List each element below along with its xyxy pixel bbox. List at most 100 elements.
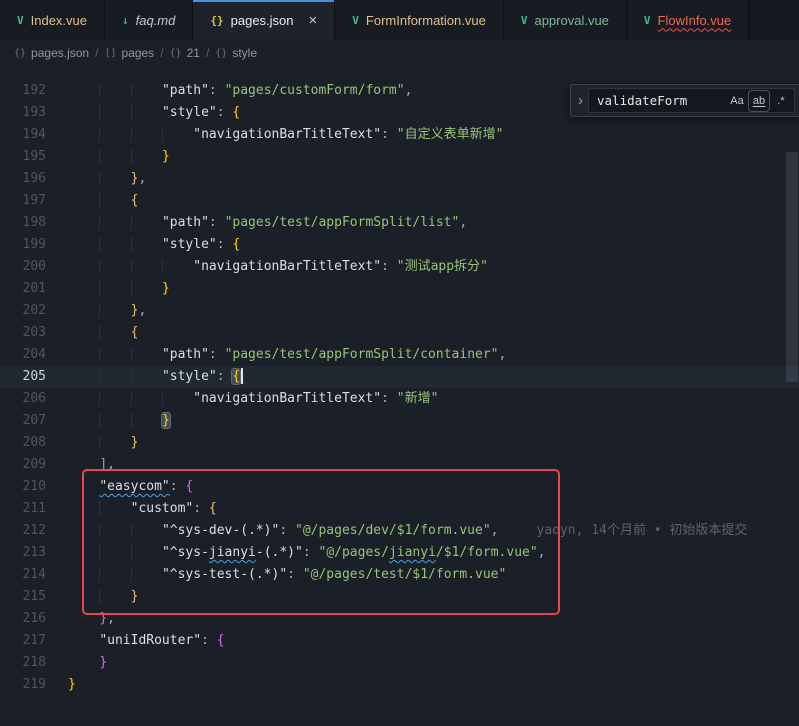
- tab-label: approval.vue: [534, 13, 608, 28]
- indent-guide: [162, 127, 193, 142]
- code-line[interactable]: 196 },: [0, 168, 799, 190]
- code-line[interactable]: 200 "navigationBarTitleText": "测试app拆分": [0, 256, 799, 278]
- token: }: [131, 435, 139, 450]
- symbol-icon: {}: [14, 48, 26, 59]
- breadcrumb-label: pages: [121, 46, 154, 60]
- editor-pane[interactable]: 192 "path": "pages/customForm/form",193 …: [0, 66, 799, 726]
- breadcrumb-item-pages[interactable]: []pages: [104, 46, 154, 60]
- breadcrumb-item-21[interactable]: {}21: [170, 46, 200, 60]
- regex-icon[interactable]: .*: [771, 91, 791, 111]
- line-content: "path": "pages/test/appFormSplit/list",: [68, 212, 799, 234]
- close-icon[interactable]: ×: [309, 13, 318, 28]
- token: }: [162, 149, 170, 164]
- code-line[interactable]: 198 "path": "pages/test/appFormSplit/lis…: [0, 212, 799, 234]
- tab-pages.json[interactable]: {}pages.json×: [193, 0, 335, 40]
- token: ,: [138, 171, 146, 186]
- code-line[interactable]: 219}: [0, 674, 799, 696]
- whole-word-icon[interactable]: ab: [749, 91, 769, 111]
- code-line[interactable]: 212 "^sys-dev-(.*)": "@/pages/dev/$1/for…: [0, 520, 799, 542]
- token: ,: [405, 83, 413, 98]
- indent-guide: [131, 127, 162, 142]
- tab-FlowInfo.vue[interactable]: VFlowInfo.vue: [627, 0, 749, 40]
- token: {: [209, 501, 217, 516]
- token: "style": [162, 369, 217, 384]
- token: jianyi: [389, 545, 436, 560]
- code-line[interactable]: 195 }: [0, 146, 799, 168]
- find-input[interactable]: validateForm Aa ab .*: [588, 88, 795, 113]
- symbol-icon: {}: [170, 48, 182, 59]
- code-line[interactable]: 217 "uniIdRouter": {: [0, 630, 799, 652]
- indent-guide: [68, 479, 99, 494]
- code-line[interactable]: 204 "path": "pages/test/appFormSplit/con…: [0, 344, 799, 366]
- token: "pages/test/appFormSplit/container": [225, 347, 499, 362]
- tab-Index.vue[interactable]: VIndex.vue: [0, 0, 105, 40]
- token: "@/pages/: [319, 545, 389, 560]
- vertical-scrollbar[interactable]: [785, 132, 799, 726]
- token: {: [131, 325, 139, 340]
- token: /$1/form.vue": [436, 545, 538, 560]
- code-line[interactable]: 205 "style": {: [0, 366, 799, 388]
- indent-guide: [68, 171, 99, 186]
- breadcrumb-label: pages.json: [31, 46, 89, 60]
- code-line[interactable]: 208 }: [0, 432, 799, 454]
- line-number: 197: [0, 190, 46, 212]
- tab-bar: VIndex.vue↓faq.md{}pages.json×VFormInfor…: [0, 0, 799, 40]
- indent-guide: [68, 369, 99, 384]
- token: {: [232, 237, 240, 252]
- indent-guide: [68, 193, 99, 208]
- code-line[interactable]: 194 "navigationBarTitleText": "自定义表单新增": [0, 124, 799, 146]
- token: {: [131, 193, 139, 208]
- indent-guide: [131, 523, 162, 538]
- code-line[interactable]: 210 "easycom": {: [0, 476, 799, 498]
- code-line[interactable]: 213 "^sys-jianyi-(.*)": "@/pages/jianyi/…: [0, 542, 799, 564]
- token: ,: [107, 611, 115, 626]
- code-line[interactable]: 203 {: [0, 322, 799, 344]
- token: }: [131, 589, 139, 604]
- code-line[interactable]: 202 },: [0, 300, 799, 322]
- chevron-right-icon[interactable]: ›: [573, 92, 588, 109]
- token: }: [99, 611, 107, 626]
- token: "path": [162, 347, 209, 362]
- code-line[interactable]: 211 "custom": {: [0, 498, 799, 520]
- line-number: 219: [0, 674, 46, 696]
- indent-guide: [99, 589, 130, 604]
- indent-guide: [99, 149, 130, 164]
- code-line[interactable]: 216 },: [0, 608, 799, 630]
- tab-faq.md[interactable]: ↓faq.md: [105, 0, 193, 40]
- code-line[interactable]: 207 }: [0, 410, 799, 432]
- indent-guide: [131, 545, 162, 560]
- token: "navigationBarTitleText": [193, 391, 381, 406]
- line-content: }: [68, 278, 799, 300]
- code-line[interactable]: 215 }: [0, 586, 799, 608]
- token: "pages/customForm/form": [225, 83, 405, 98]
- line-number: 192: [0, 80, 46, 102]
- git-blame-annotation: yaoyn, 14个月前 • 初始版本提交: [537, 523, 748, 538]
- code-line[interactable]: 199 "style": {: [0, 234, 799, 256]
- tab-FormInformation.vue[interactable]: VFormInformation.vue: [335, 0, 504, 40]
- indent-guide: [68, 105, 99, 120]
- indent-guide: [131, 281, 162, 296]
- indent-guide: [99, 105, 130, 120]
- code-line[interactable]: 197 {: [0, 190, 799, 212]
- breadcrumb-item-style[interactable]: {}style: [215, 46, 257, 60]
- code-line[interactable]: 218 }: [0, 652, 799, 674]
- line-number: 201: [0, 278, 46, 300]
- tab-label: Index.vue: [31, 13, 87, 28]
- token: "自定义表单新增": [397, 127, 504, 142]
- line-content: "navigationBarTitleText": "测试app拆分": [68, 256, 799, 278]
- scrollbar-thumb[interactable]: [786, 152, 798, 382]
- code-line[interactable]: 206 "navigationBarTitleText": "新增": [0, 388, 799, 410]
- line-content: }: [68, 410, 799, 432]
- indent-guide: [162, 259, 193, 274]
- code-lines: 192 "path": "pages/customForm/form",193 …: [0, 66, 799, 696]
- breadcrumb-separator: /: [206, 46, 209, 60]
- code-line[interactable]: 214 "^sys-test-(.*)": "@/pages/test/$1/f…: [0, 564, 799, 586]
- code-line[interactable]: 209 ],: [0, 454, 799, 476]
- token: :: [170, 479, 186, 494]
- code-line[interactable]: 201 }: [0, 278, 799, 300]
- indent-guide: [68, 281, 99, 296]
- breadcrumb-item-pages.json[interactable]: {} pages.json: [14, 46, 89, 60]
- tab-approval.vue[interactable]: Vapproval.vue: [504, 0, 627, 40]
- match-case-icon[interactable]: Aa: [727, 91, 747, 111]
- token: "style": [162, 105, 217, 120]
